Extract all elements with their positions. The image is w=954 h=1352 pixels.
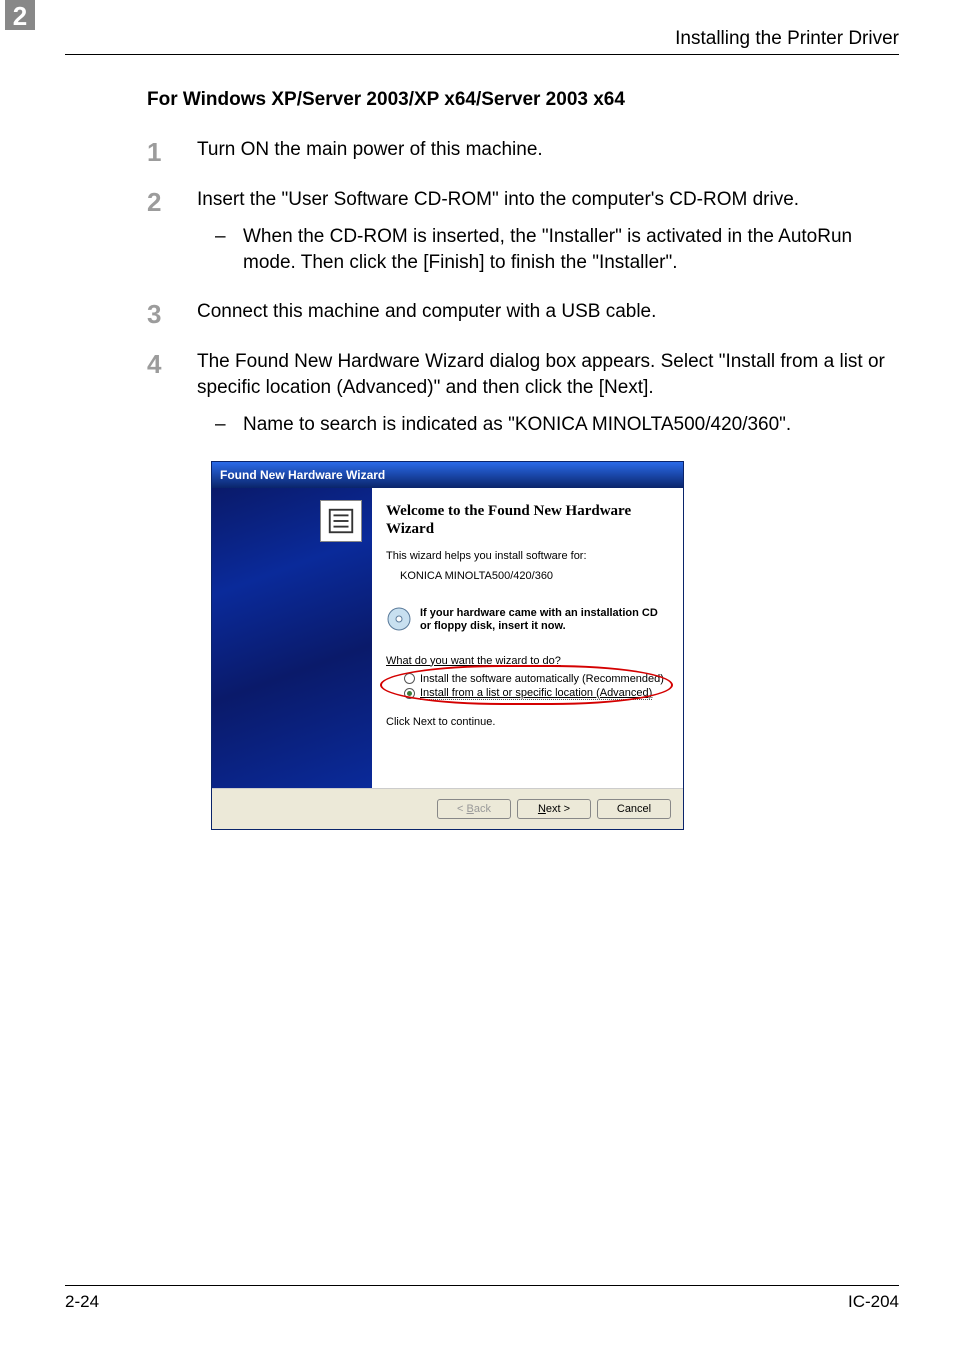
- radio-option-list[interactable]: Install from a list or specific location…: [404, 687, 669, 700]
- dialog-main: Welcome to the Found New Hardware Wizard…: [372, 488, 683, 788]
- footer-left: 2-24: [65, 1292, 99, 1312]
- step-number: 2: [147, 187, 197, 277]
- dialog-sidebar-graphic: [212, 488, 372, 788]
- step-number: 3: [147, 299, 197, 327]
- wizard-question: What do you want the wizard to do?: [386, 655, 669, 667]
- step-subtext: Name to search is indicated as "KONICA M…: [243, 412, 899, 439]
- page-footer: 2-24 IC-204: [65, 1285, 899, 1312]
- dash: –: [215, 412, 243, 439]
- next-button[interactable]: Next >: [517, 799, 591, 819]
- step-text: Connect this machine and computer with a…: [197, 299, 899, 327]
- cd-icon: [386, 606, 420, 635]
- dialog-titlebar: Found New Hardware Wizard: [212, 462, 683, 488]
- cancel-button[interactable]: Cancel: [597, 799, 671, 819]
- step-text: Turn ON the main power of this machine.: [197, 137, 899, 165]
- content: For Windows XP/Server 2003/XP x64/Server…: [65, 89, 899, 830]
- step-3: 3 Connect this machine and computer with…: [147, 299, 899, 327]
- footer-right: IC-204: [848, 1292, 899, 1312]
- dialog-footer: < Back Next > Cancel: [212, 788, 683, 829]
- back-button: < Back: [437, 799, 511, 819]
- step-sub: – When the CD-ROM is inserted, the "Inst…: [197, 224, 899, 277]
- wizard-continue-text: Click Next to continue.: [386, 716, 669, 728]
- page-frame: Installing the Printer Driver For Window…: [65, 28, 899, 1312]
- step-1: 1 Turn ON the main power of this machine…: [147, 137, 899, 165]
- step-subtext: When the CD-ROM is inserted, the "Instal…: [243, 224, 899, 277]
- step-2: 2 Insert the "User Software CD-ROM" into…: [147, 187, 899, 277]
- step-body: The Found New Hardware Wizard dialog box…: [197, 349, 899, 439]
- dialog-screenshot: Found New Hardware Wizard Welcome to the…: [211, 461, 899, 830]
- section-title: For Windows XP/Server 2003/XP x64/Server…: [147, 89, 899, 111]
- wizard-heading: Welcome to the Found New Hardware Wizard: [386, 502, 669, 538]
- cd-hint-row: If your hardware came with an installati…: [386, 606, 669, 635]
- step-text: Insert the "User Software CD-ROM" into t…: [197, 187, 899, 214]
- radio-label: Install the software automatically (Reco…: [420, 673, 664, 685]
- wizard-device-name: KONICA MINOLTA500/420/360: [386, 570, 669, 582]
- wizard-helps-text: This wizard helps you install software f…: [386, 550, 669, 562]
- step-sub: – Name to search is indicated as "KONICA…: [197, 412, 899, 439]
- radio-icon: [404, 673, 415, 684]
- step-body: Insert the "User Software CD-ROM" into t…: [197, 187, 899, 277]
- header-title: Installing the Printer Driver: [675, 28, 899, 50]
- dash: –: [215, 224, 243, 277]
- radio-icon: [404, 688, 415, 699]
- chapter-tab: 2: [5, 0, 35, 30]
- radio-label: Install from a list or specific location…: [420, 687, 652, 700]
- cd-hint-text: If your hardware came with an installati…: [420, 607, 669, 632]
- radio-group: Install the software automatically (Reco…: [386, 673, 669, 700]
- dialog-body: Welcome to the Found New Hardware Wizard…: [212, 488, 683, 788]
- step-number: 4: [147, 349, 197, 439]
- step-number: 1: [147, 137, 197, 165]
- step-text: The Found New Hardware Wizard dialog box…: [197, 349, 899, 402]
- radio-option-auto[interactable]: Install the software automatically (Reco…: [404, 673, 669, 685]
- page-header: Installing the Printer Driver: [65, 28, 899, 55]
- hardware-icon: [320, 500, 362, 542]
- step-4: 4 The Found New Hardware Wizard dialog b…: [147, 349, 899, 439]
- found-new-hardware-dialog: Found New Hardware Wizard Welcome to the…: [211, 461, 684, 830]
